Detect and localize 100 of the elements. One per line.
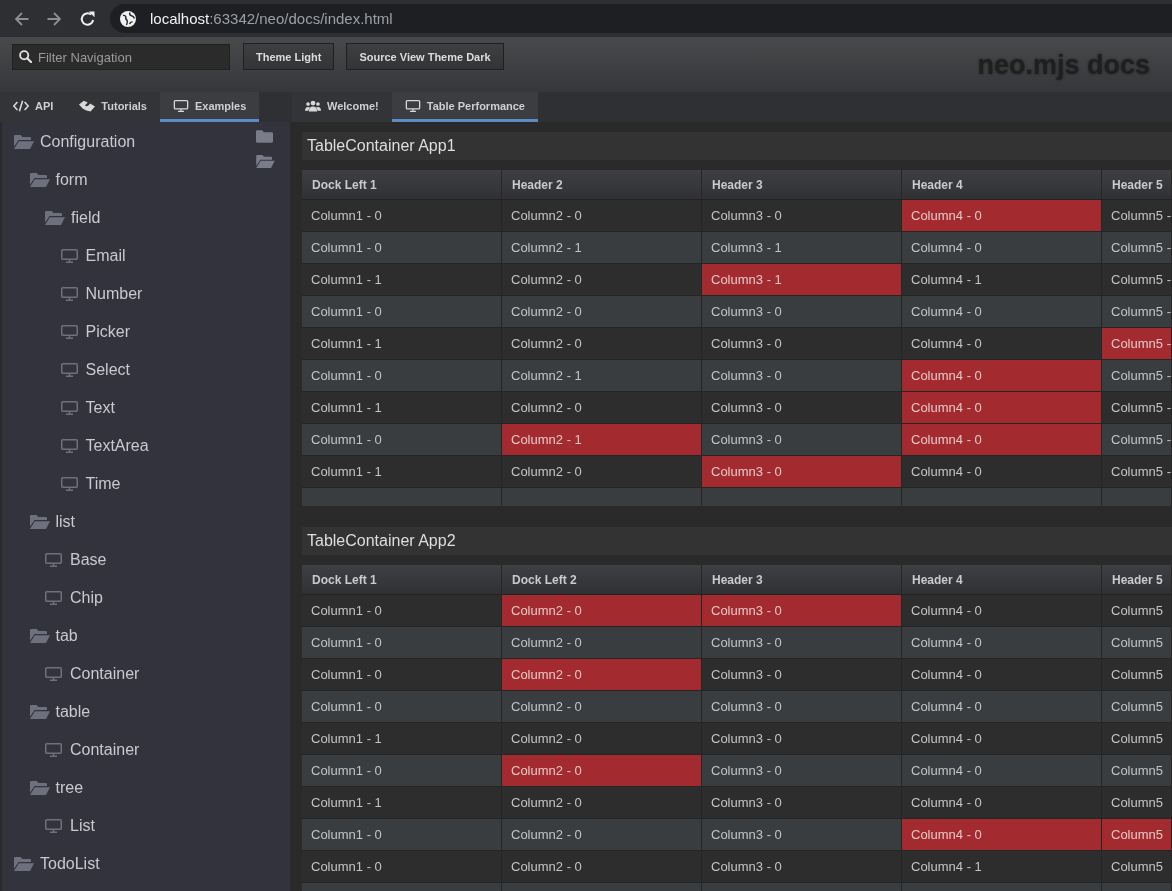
theme-button[interactable]: Theme Light — [243, 43, 335, 70]
table-cell: Column1 - 1 — [302, 456, 502, 488]
table-cell: Column2 - 0 — [502, 723, 702, 755]
column-header[interactable]: Header 3 — [702, 170, 902, 200]
tree-item[interactable]: form — [2, 161, 256, 199]
table-cell: Column1 - 0 — [302, 755, 502, 787]
filter-field[interactable]: Filter Navigation — [12, 44, 230, 70]
address-bar[interactable]: localhost:63342/neo/docs/index.html — [110, 4, 1172, 33]
table-cell: Column2 - 0 — [502, 851, 702, 883]
tree-item[interactable]: tree — [2, 769, 256, 807]
monitor-icon — [45, 819, 62, 833]
tab[interactable]: Table Performance — [391, 92, 538, 122]
monitor-icon — [45, 743, 62, 757]
monitor-icon — [60, 401, 78, 415]
column-header[interactable]: Dock Left 2 — [502, 565, 702, 595]
back-icon[interactable] — [13, 10, 30, 27]
globe-icon — [120, 10, 136, 27]
table-cell: Column2 - 0 — [502, 392, 702, 424]
table-cell: Column3 - 0 — [702, 755, 902, 787]
table-cell: Column1 - 0 — [302, 819, 502, 851]
table-cell: Column2 - 0 — [502, 456, 702, 488]
tree-item[interactable]: Email — [2, 237, 256, 275]
tree-item[interactable]: Container — [2, 655, 256, 693]
monitor-icon — [404, 99, 421, 112]
reload-icon[interactable] — [79, 10, 96, 27]
table-cell: Column3 - 0 — [702, 723, 902, 755]
table-cell: Column5 — [1102, 627, 1172, 659]
table-cell: Column3 - 0 — [702, 691, 902, 723]
table-cell: Column4 - 0 — [902, 392, 1102, 424]
table-cell: Column2 - 1 — [502, 232, 702, 264]
folder-open-icon[interactable] — [256, 155, 275, 168]
table-cell: Column2 - 1 — [502, 424, 702, 456]
table-cell: Column3 - 0 — [702, 200, 902, 232]
table-cell: Column1 - 1 — [302, 264, 502, 296]
table-cell: Column5 — [1102, 787, 1172, 819]
tree-item[interactable]: Time — [2, 465, 256, 503]
tree-item[interactable]: list — [2, 503, 256, 541]
table-cell: Column5 — [1102, 595, 1172, 627]
table-cell: Column2 - 0 — [502, 787, 702, 819]
tree-item[interactable]: TextArea — [2, 427, 256, 465]
tree-item[interactable]: Number — [2, 275, 256, 313]
tree-item[interactable]: List — [2, 807, 256, 845]
table-cell: Column2 - 1 — [502, 360, 702, 392]
monitor-icon — [45, 667, 62, 681]
theme-button[interactable]: Source View Theme Dark — [346, 43, 504, 70]
column-header[interactable]: Header 5 — [1102, 170, 1172, 200]
table-cell: Column5 - — [1102, 232, 1172, 264]
table-cell: Column4 - 0 — [902, 200, 1102, 232]
column-header[interactable]: Header 4 — [902, 565, 1102, 595]
monitor-icon — [45, 553, 62, 567]
tree-item[interactable]: Text — [2, 389, 256, 427]
table-cell: Column4 - 0 — [902, 360, 1102, 392]
folder-icon[interactable] — [256, 130, 273, 143]
table-cell: Column3 - 0 — [702, 296, 902, 328]
users-icon — [305, 99, 321, 112]
column-header[interactable]: Header 3 — [702, 565, 902, 595]
tree-item[interactable]: Select — [2, 351, 256, 389]
column-header[interactable]: Dock Left 1 — [302, 170, 502, 200]
column-header[interactable]: Header 2 — [502, 170, 702, 200]
table-cell: Column5 - — [1102, 328, 1172, 360]
tree-item[interactable]: field — [2, 199, 256, 237]
tree-item[interactable]: Base — [2, 541, 256, 579]
table-cell: Column2 - 0 — [502, 819, 702, 851]
tree-item[interactable]: Chip — [2, 579, 256, 617]
forward-icon[interactable] — [46, 10, 63, 27]
tree-item[interactable]: TodoList — [2, 845, 256, 883]
table-cell: Column1 - 0 — [302, 627, 502, 659]
panel-title: TableContainer App2 — [302, 527, 1172, 555]
table-cell: Column5 - — [1102, 264, 1172, 296]
tree-item[interactable]: tab — [2, 617, 256, 655]
table-cell: Column4 - 0 — [902, 328, 1102, 360]
tree-item[interactable]: Picker — [2, 313, 256, 351]
table-cell: Column3 - 0 — [702, 819, 902, 851]
column-header[interactable]: Header 4 — [902, 170, 1102, 200]
table-cell: Column4 - 0 — [902, 296, 1102, 328]
column-header[interactable]: Dock Left 1 — [302, 565, 502, 595]
table-cell: Column4 - 0 — [902, 691, 1102, 723]
tab[interactable]: Tutorials — [66, 92, 160, 122]
tree-item[interactable]: Configuration — [2, 123, 256, 161]
tab[interactable]: Examples — [160, 92, 260, 122]
tab[interactable]: API — [0, 92, 67, 122]
monitor-icon — [60, 477, 78, 491]
table-cell: Column4 - 1 — [902, 851, 1102, 883]
table-cell: Column3 - 0 — [702, 424, 902, 456]
panel-title: TableContainer App1 — [302, 132, 1172, 160]
table-cell: Column5 — [1102, 691, 1172, 723]
column-header[interactable]: Header 5 — [1102, 565, 1172, 595]
table-cell: Column5 - — [1102, 360, 1172, 392]
tree-item[interactable]: Container — [2, 731, 256, 769]
table-cell: Column1 - 1 — [302, 392, 502, 424]
tab[interactable]: Welcome! — [292, 92, 392, 122]
tree-item[interactable]: table — [2, 693, 256, 731]
table-cell: Column5 — [1102, 755, 1172, 787]
table-cell: Column5 — [1102, 723, 1172, 755]
table-cell: Column4 - 0 — [902, 627, 1102, 659]
table-cell: Column4 - 0 — [902, 456, 1102, 488]
table-cell: Column4 - 0 — [902, 595, 1102, 627]
table-cell: Column4 - 0 — [902, 659, 1102, 691]
table-cell: Column3 - 0 — [702, 627, 902, 659]
table-cell: Column2 - 0 — [502, 200, 702, 232]
